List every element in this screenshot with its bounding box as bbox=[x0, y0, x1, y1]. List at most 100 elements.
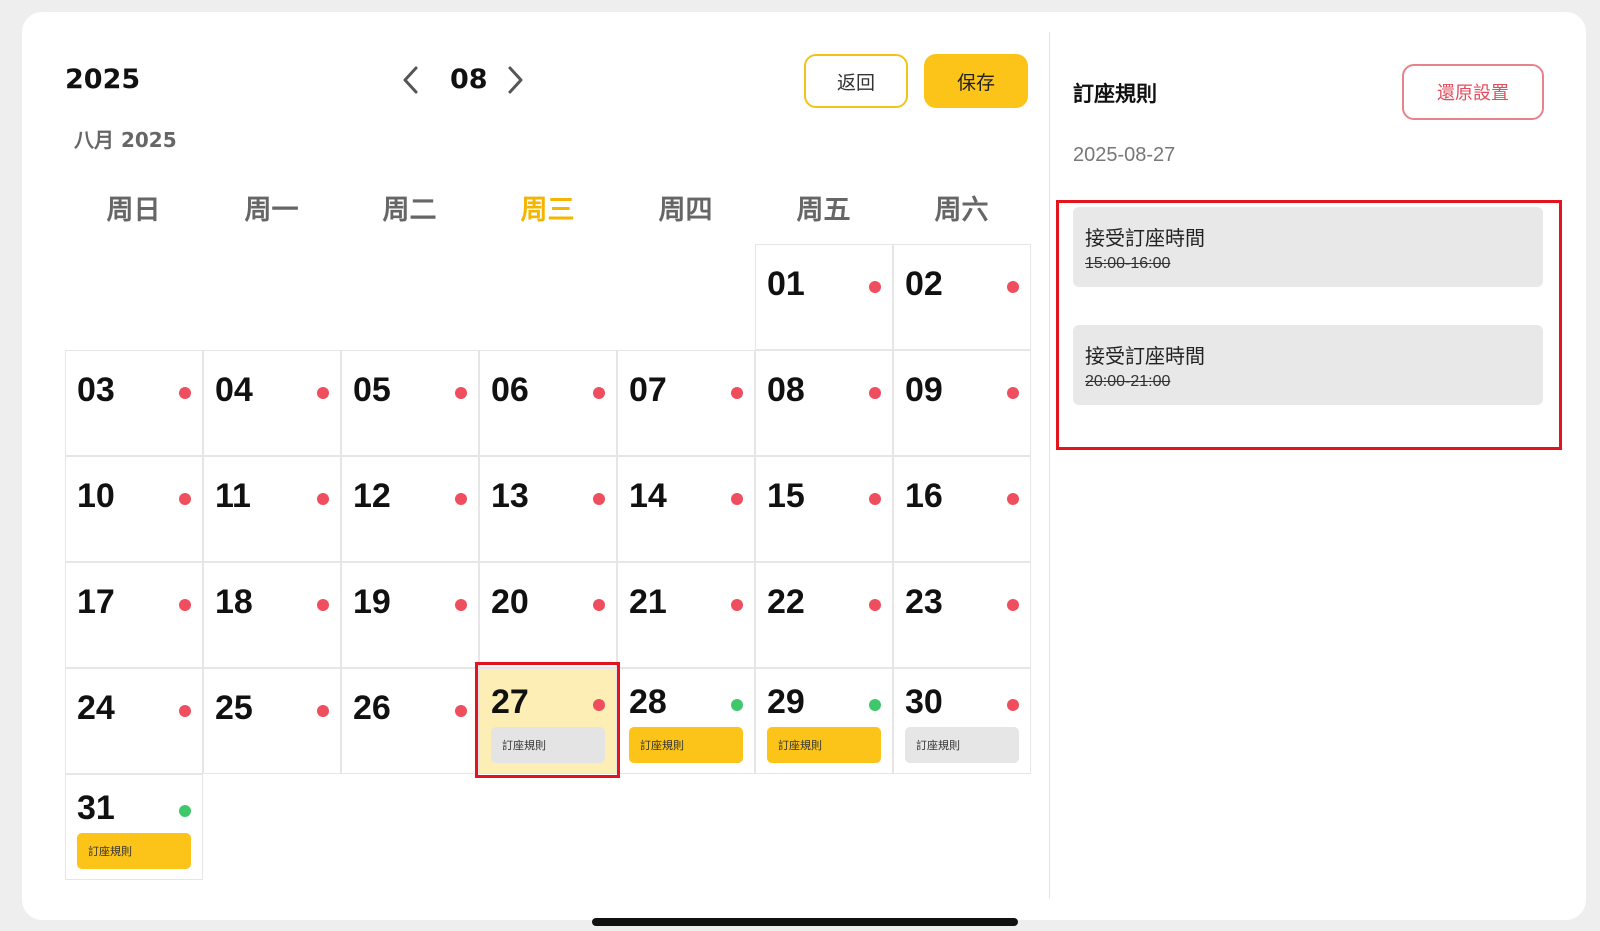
status-dot-red bbox=[1007, 493, 1019, 505]
day-number: 31 bbox=[77, 789, 115, 827]
booking-rule-tag[interactable]: 訂座規則 bbox=[77, 833, 191, 869]
back-button[interactable]: 返回 bbox=[804, 54, 908, 108]
status-dot-red bbox=[1007, 387, 1019, 399]
status-dot-red bbox=[179, 493, 191, 505]
calendar-day-cell[interactable]: 18 bbox=[203, 562, 341, 668]
calendar-day-cell[interactable]: 20 bbox=[479, 562, 617, 668]
calendar-day-cell[interactable]: 07 bbox=[617, 350, 755, 456]
status-dot-red bbox=[869, 493, 881, 505]
calendar-day-cell[interactable]: 23 bbox=[893, 562, 1031, 668]
calendar-day-cell[interactable]: 09 bbox=[893, 350, 1031, 456]
calendar-day-cell[interactable]: 15 bbox=[755, 456, 893, 562]
weekday-label: 周一 bbox=[244, 195, 299, 226]
status-dot-red bbox=[731, 387, 743, 399]
calendar-day-cell[interactable]: 31 訂座規則 bbox=[65, 774, 203, 880]
day-number: 25 bbox=[215, 689, 253, 727]
calendar-day-cell[interactable]: 01 bbox=[755, 244, 893, 350]
weekday-label: 周二 bbox=[382, 195, 437, 226]
calendar-day-cell[interactable]: 26 bbox=[341, 668, 479, 774]
calendar-day-cell[interactable]: 22 bbox=[755, 562, 893, 668]
day-number: 07 bbox=[629, 371, 667, 409]
calendar-day-cell[interactable]: 17 bbox=[65, 562, 203, 668]
status-dot-red bbox=[455, 705, 467, 717]
calendar-day-cell[interactable]: 10 bbox=[65, 456, 203, 562]
day-number: 04 bbox=[215, 371, 253, 409]
next-month-button[interactable] bbox=[500, 62, 530, 98]
calendar-day-cell[interactable]: 08 bbox=[755, 350, 893, 456]
year-label: 2025 bbox=[65, 64, 141, 95]
status-dot-red bbox=[1007, 699, 1019, 711]
selected-date: 2025-08-27 bbox=[1073, 144, 1176, 166]
status-dot-red bbox=[593, 599, 605, 611]
calendar-day-cell[interactable]: 14 bbox=[617, 456, 755, 562]
calendar-day-cell[interactable]: 13 bbox=[479, 456, 617, 562]
day-number: 14 bbox=[629, 477, 667, 515]
calendar-day-cell[interactable]: 24 bbox=[65, 668, 203, 774]
calendar-day-cell[interactable]: 04 bbox=[203, 350, 341, 456]
day-number: 10 bbox=[77, 477, 115, 515]
calendar-day-cell[interactable]: 12 bbox=[341, 456, 479, 562]
day-number: 30 bbox=[905, 683, 943, 721]
chevron-left-icon bbox=[403, 66, 418, 94]
day-number: 05 bbox=[353, 371, 391, 409]
chevron-right-icon bbox=[508, 66, 523, 94]
calendar-day-cell[interactable]: 25 bbox=[203, 668, 341, 774]
calendar-day-cell[interactable]: 05 bbox=[341, 350, 479, 456]
calendar-day-cell[interactable]: 03 bbox=[65, 350, 203, 456]
day-number: 11 bbox=[215, 477, 251, 515]
calendar-day-cell[interactable]: 30 訂座規則 bbox=[893, 668, 1031, 774]
month-subtitle: 八月 2025 bbox=[74, 128, 177, 152]
status-dot-red bbox=[1007, 599, 1019, 611]
day-number: 18 bbox=[215, 583, 253, 621]
weekday-label: 周三 bbox=[520, 195, 575, 226]
day-number: 24 bbox=[77, 689, 115, 727]
status-dot-red bbox=[593, 387, 605, 399]
status-dot-red bbox=[1007, 281, 1019, 293]
day-number: 12 bbox=[353, 477, 391, 515]
home-indicator bbox=[592, 918, 1018, 926]
status-dot-red bbox=[179, 705, 191, 717]
booking-rule-tag[interactable]: 訂座規則 bbox=[629, 727, 743, 763]
calendar-day-cell[interactable]: 16 bbox=[893, 456, 1031, 562]
day-number: 08 bbox=[767, 371, 805, 409]
weekday-label: 周六 bbox=[934, 195, 989, 226]
day-number: 19 bbox=[353, 583, 391, 621]
status-dot-green bbox=[179, 805, 191, 817]
booking-rule-tag[interactable]: 訂座規則 bbox=[767, 727, 881, 763]
calendar-day-cell[interactable]: 28 訂座規則 bbox=[617, 668, 755, 774]
calendar-day-cell[interactable]: 29 訂座規則 bbox=[755, 668, 893, 774]
day-number: 01 bbox=[767, 265, 805, 303]
status-dot-red bbox=[455, 599, 467, 611]
day-number: 16 bbox=[905, 477, 943, 515]
status-dot-red bbox=[317, 705, 329, 717]
status-dot-red bbox=[179, 387, 191, 399]
calendar-day-cell[interactable]: 21 bbox=[617, 562, 755, 668]
month-label: 08 bbox=[450, 64, 488, 95]
day-number: 22 bbox=[767, 583, 805, 621]
prev-month-button[interactable] bbox=[396, 62, 426, 98]
status-dot-red bbox=[731, 599, 743, 611]
status-dot-green bbox=[869, 699, 881, 711]
calendar-day-cell[interactable]: 06 bbox=[479, 350, 617, 456]
day-number: 21 bbox=[629, 583, 667, 621]
day-number: 02 bbox=[905, 265, 943, 303]
status-dot-red bbox=[455, 493, 467, 505]
selected-day-highlight bbox=[475, 662, 620, 778]
status-dot-red bbox=[317, 599, 329, 611]
status-dot-red bbox=[869, 387, 881, 399]
calendar-day-cell[interactable]: 02 bbox=[893, 244, 1031, 350]
day-number: 20 bbox=[491, 583, 529, 621]
save-button[interactable]: 保存 bbox=[924, 54, 1028, 108]
status-dot-red bbox=[869, 599, 881, 611]
status-dot-red bbox=[455, 387, 467, 399]
status-dot-red bbox=[317, 493, 329, 505]
day-number: 15 bbox=[767, 477, 805, 515]
day-number: 29 bbox=[767, 683, 805, 721]
calendar-day-cell[interactable]: 19 bbox=[341, 562, 479, 668]
booking-rule-tag[interactable]: 訂座規則 bbox=[905, 727, 1019, 763]
status-dot-green bbox=[731, 699, 743, 711]
day-number: 13 bbox=[491, 477, 529, 515]
reset-settings-button[interactable]: 還原設置 bbox=[1402, 64, 1544, 120]
rules-highlight bbox=[1056, 200, 1562, 450]
calendar-day-cell[interactable]: 11 bbox=[203, 456, 341, 562]
